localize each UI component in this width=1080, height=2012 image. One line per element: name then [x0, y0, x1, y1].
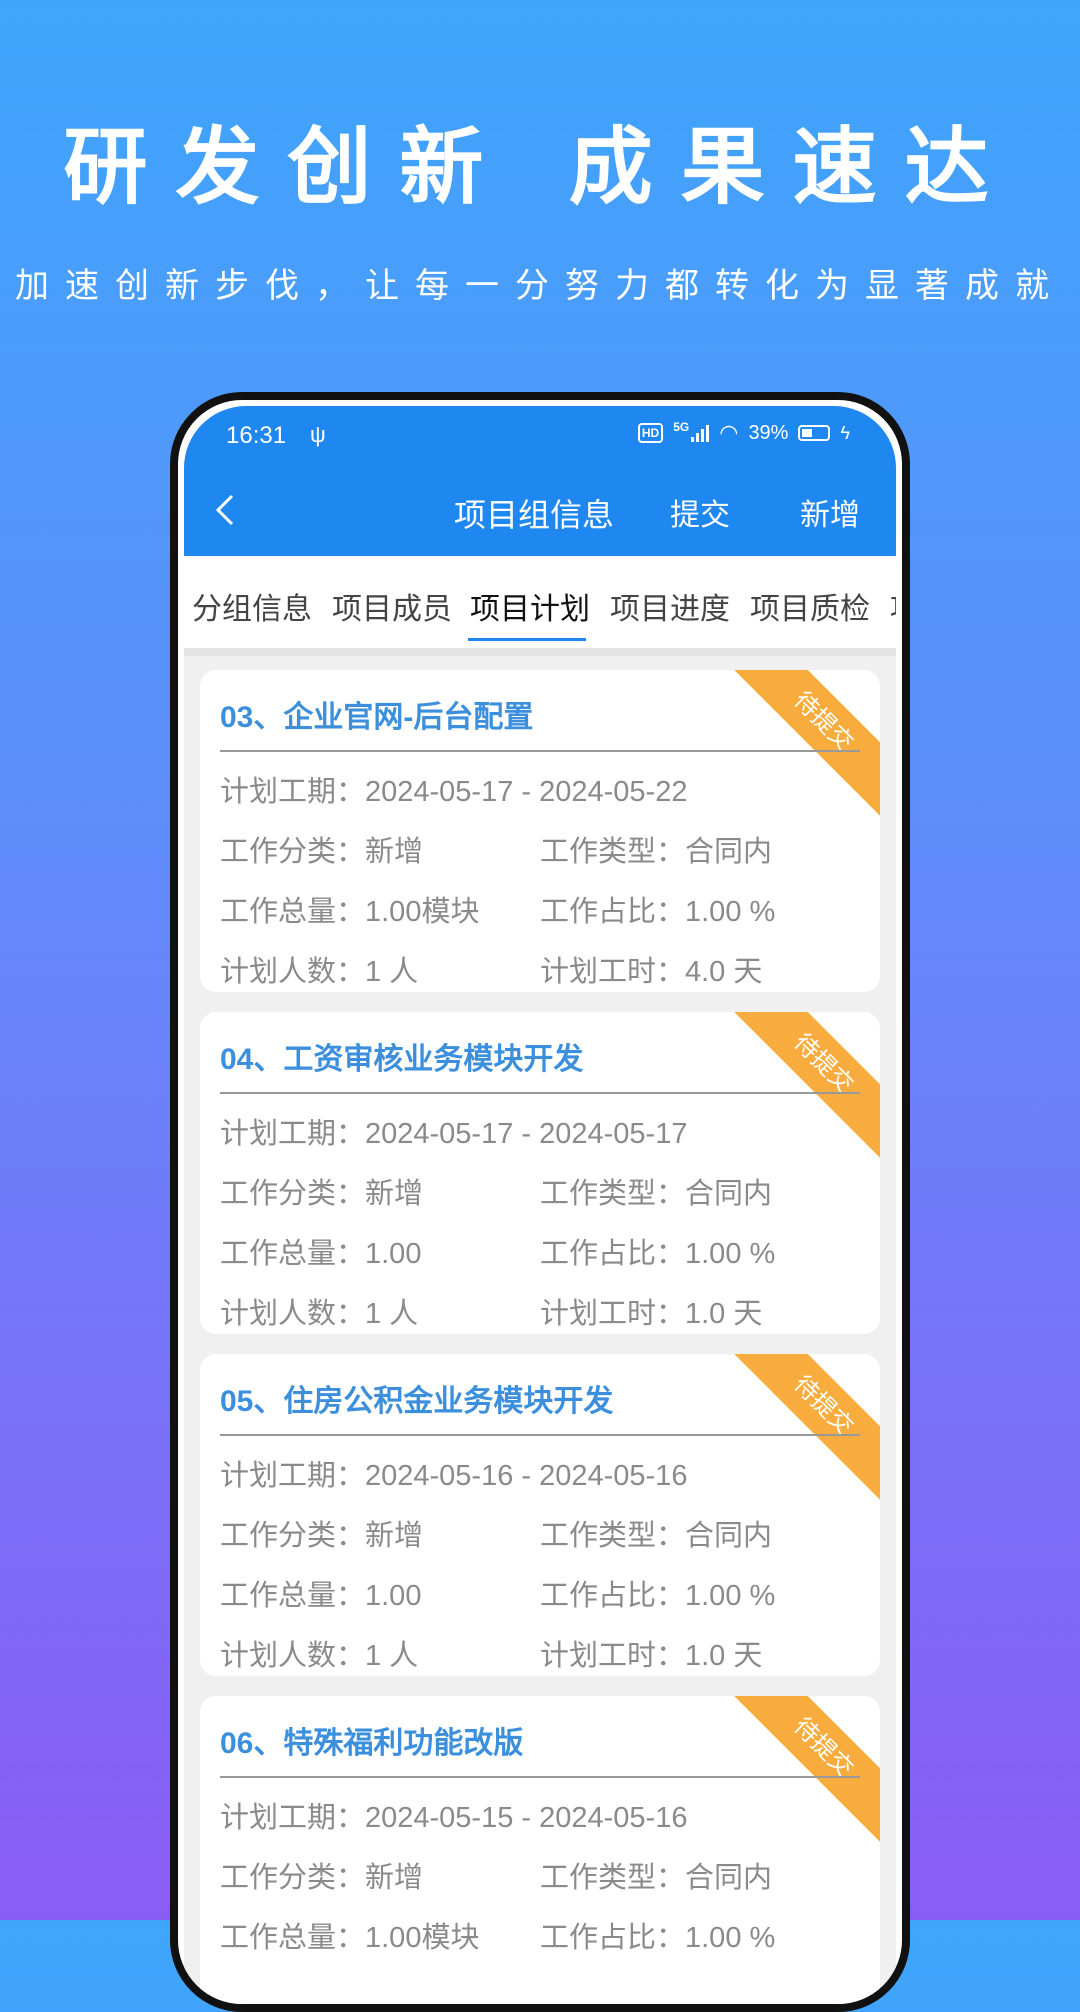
wifi-icon: ◠ — [719, 420, 739, 445]
work-ratio: 工作占比：1.00 % — [540, 896, 776, 928]
status-icons: HD 5G ◠ 39% ϟ — [637, 420, 850, 446]
work-ratio: 工作占比：1.00 % — [540, 1238, 776, 1270]
status-bar: 16:31 ψ HD 5G ◠ 39% ϟ — [184, 406, 896, 468]
work-total: 工作总量：1.00模块 — [220, 1922, 480, 1954]
list-top-edge — [184, 648, 896, 656]
plan-people: 计划人数：1 人 — [220, 1640, 419, 1672]
work-total: 工作总量：1.00 — [220, 1580, 422, 1612]
phone-frame: 16:31 ψ HD 5G ◠ 39% ϟ 项目组信息 提交 新增 分组信息 项… — [170, 392, 910, 2012]
plan-list: 待提交 03、企业官网-后台配置 计划工期：2024-05-17 - 2024-… — [184, 648, 896, 2004]
status-ribbon: 待提交 — [723, 1012, 880, 1164]
card-divider — [220, 1776, 860, 1778]
status-time: 16:31 — [226, 422, 287, 449]
add-button[interactable]: 新增 — [800, 490, 860, 534]
card-title: 05、住房公积金业务模块开发 — [220, 1385, 614, 1418]
work-type: 工作类型：合同内 — [540, 1178, 773, 1210]
usb-icon: ψ — [310, 422, 326, 447]
plan-period: 计划工期：2024-05-17 - 2024-05-17 — [220, 1118, 688, 1150]
work-type: 工作类型：合同内 — [540, 1520, 773, 1552]
plan-card[interactable]: 待提交 04、工资审核业务模块开发 计划工期：2024-05-17 - 2024… — [200, 1012, 880, 1334]
work-ratio: 工作占比：1.00 % — [540, 1922, 776, 1954]
card-divider — [220, 750, 860, 752]
work-category: 工作分类：新增 — [220, 1520, 424, 1552]
status-ribbon: 待提交 — [723, 670, 880, 822]
battery-icon — [798, 425, 831, 441]
status-ribbon: 待提交 — [723, 1354, 880, 1506]
status-ribbon: 待提交 — [723, 1696, 880, 1848]
work-category: 工作分类：新增 — [220, 1862, 424, 1894]
work-type: 工作类型：合同内 — [540, 836, 773, 868]
card-title: 06、特殊福利功能改版 — [220, 1727, 524, 1760]
tab-active-indicator — [468, 638, 586, 641]
card-title: 04、工资审核业务模块开发 — [220, 1043, 584, 1076]
nav-bar: 项目组信息 提交 新增 — [184, 468, 896, 556]
work-category: 工作分类：新增 — [220, 1178, 424, 1210]
card-divider — [220, 1092, 860, 1094]
plan-period: 计划工期：2024-05-17 - 2024-05-22 — [220, 776, 688, 808]
work-type: 工作类型：合同内 — [540, 1862, 773, 1894]
network-type: 5G — [673, 420, 690, 434]
plan-period: 计划工期：2024-05-15 - 2024-05-16 — [220, 1802, 688, 1834]
tab-quality[interactable]: 项目质检 — [750, 584, 870, 628]
plan-hours: 计划工时：4.0 天 — [540, 956, 763, 988]
signal-icon — [691, 424, 710, 442]
work-category: 工作分类：新增 — [220, 836, 424, 868]
back-icon[interactable] — [206, 488, 250, 532]
tab-progress[interactable]: 项目进度 — [610, 584, 730, 628]
plan-card[interactable]: 待提交 03、企业官网-后台配置 计划工期：2024-05-17 - 2024-… — [200, 670, 880, 992]
hd-icon: HD — [637, 423, 664, 443]
tab-plan[interactable]: 项目计划 — [470, 584, 590, 628]
tab-members[interactable]: 项目成员 — [332, 584, 452, 628]
work-ratio: 工作占比：1.00 % — [540, 1580, 776, 1612]
tab-group-info[interactable]: 分组信息 — [192, 584, 312, 628]
card-title: 03、企业官网-后台配置 — [220, 701, 534, 734]
promo-subtitle: 加速创新步伐，让每一分努力都转化为显著成就 — [15, 266, 1065, 306]
charging-icon: ϟ — [840, 422, 850, 443]
plan-people: 计划人数：1 人 — [220, 1298, 419, 1330]
card-divider — [220, 1434, 860, 1436]
plan-hours: 计划工时：1.0 天 — [540, 1640, 763, 1672]
plan-card[interactable]: 待提交 06、特殊福利功能改版 计划工期：2024-05-15 - 2024-0… — [200, 1696, 880, 2004]
work-total: 工作总量：1.00模块 — [220, 896, 480, 928]
plan-period: 计划工期：2024-05-16 - 2024-05-16 — [220, 1460, 688, 1492]
tab-bar: 分组信息 项目成员 项目计划 项目进度 项目质检 项 — [184, 556, 896, 648]
app-screen: 16:31 ψ HD 5G ◠ 39% ϟ 项目组信息 提交 新增 分组信息 项… — [184, 406, 896, 2004]
submit-button[interactable]: 提交 — [670, 490, 730, 534]
promo-title: 研发创新 成果速达 — [63, 118, 1017, 216]
plan-hours: 计划工时：1.0 天 — [540, 1298, 763, 1330]
battery-percent: 39% — [748, 421, 789, 444]
plan-people: 计划人数：1 人 — [220, 956, 419, 988]
work-total: 工作总量：1.00 — [220, 1238, 422, 1270]
page-title: 项目组信息 — [454, 497, 615, 533]
plan-card[interactable]: 待提交 05、住房公积金业务模块开发 计划工期：2024-05-16 - 202… — [200, 1354, 880, 1676]
tab-more[interactable]: 项 — [890, 584, 896, 628]
